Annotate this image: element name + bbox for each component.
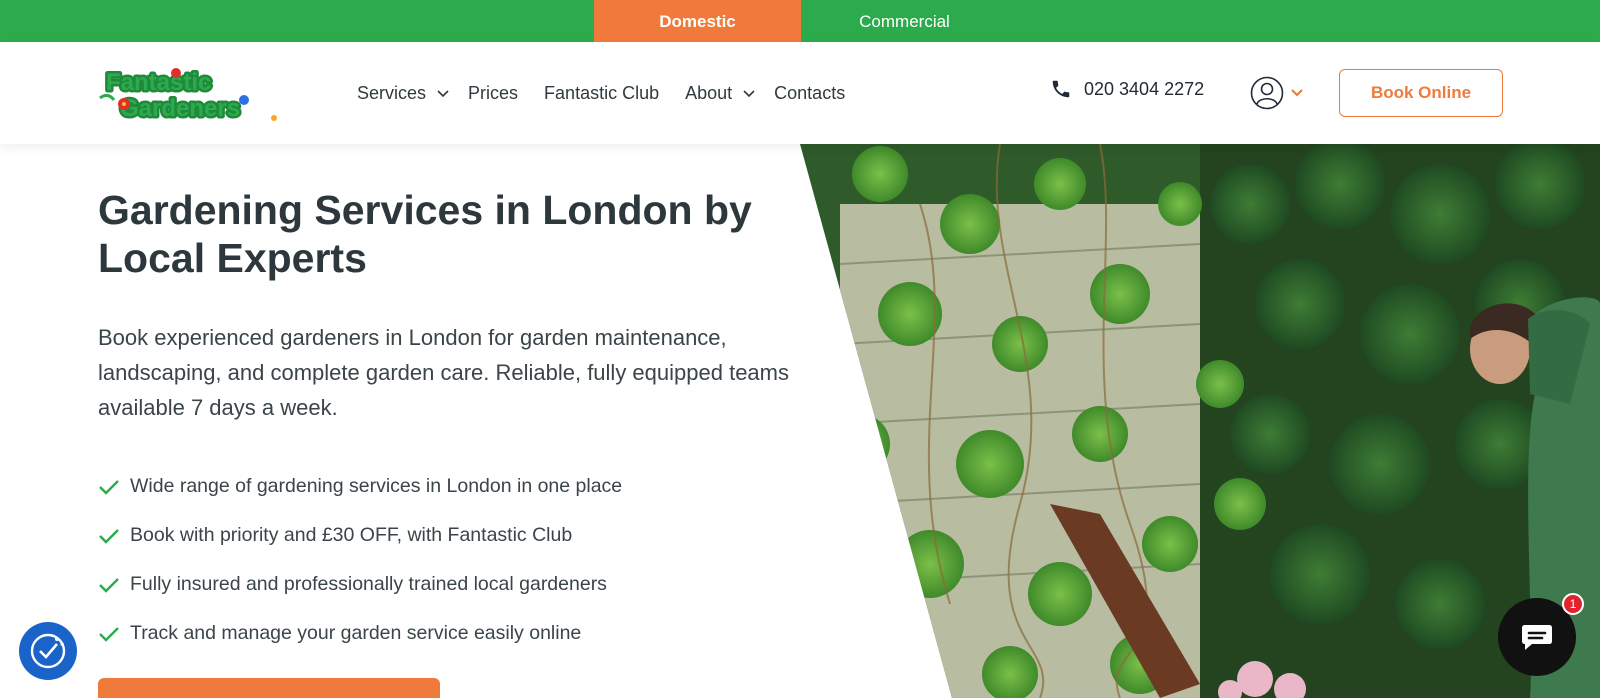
chat-notification-badge: 1 (1562, 593, 1584, 615)
feature-item: Track and manage your garden service eas… (98, 609, 622, 658)
phone-number: 020 3404 2272 (1084, 78, 1205, 99)
garden-photo (800, 144, 1600, 698)
nav-prices-label: Prices (468, 82, 519, 103)
accessibility-button[interactable] (19, 622, 77, 680)
site-header: Fantastic Fantastic Gardeners Gardeners … (0, 42, 1600, 144)
main-nav: Services Prices Fantastic Club About Con… (357, 42, 871, 144)
svg-text:Gardeners: Gardeners (120, 95, 240, 122)
nav-fantastic-club-label: Fantastic Club (544, 82, 660, 103)
account-menu[interactable] (1250, 76, 1304, 110)
nav-contacts[interactable]: Contacts (774, 83, 845, 104)
chevron-down-icon (743, 90, 755, 98)
feature-list: Wide range of gardening services in Lond… (98, 462, 622, 658)
feature-item: Fully insured and professionally trained… (98, 560, 622, 609)
check-icon (99, 577, 119, 593)
nav-services[interactable]: Services (357, 83, 450, 104)
check-icon (99, 479, 119, 495)
nav-about[interactable]: About (685, 83, 756, 104)
svg-text:Fantastic: Fantastic (106, 69, 211, 96)
accessibility-icon (30, 633, 66, 669)
hero-cta-button[interactable] (98, 678, 440, 698)
chat-bubble-icon (1522, 625, 1552, 650)
nav-fantastic-club[interactable]: Fantastic Club (544, 83, 659, 104)
nav-prices[interactable]: Prices (468, 83, 518, 104)
nav-about-label: About (685, 82, 733, 103)
feature-item: Wide range of gardening services in Lond… (98, 462, 622, 511)
hero-title: Gardening Services in London by Local Ex… (98, 187, 752, 281)
nav-contacts-label: Contacts (774, 82, 846, 103)
user-circle-icon (1250, 76, 1284, 110)
feature-text: Book with priority and £30 OFF, with Fan… (130, 524, 573, 546)
chevron-down-icon (437, 90, 449, 98)
phone-link[interactable]: 020 3404 2272 (1050, 78, 1204, 100)
feature-item: Book with priority and £30 OFF, with Fan… (98, 511, 622, 560)
feature-text: Track and manage your garden service eas… (130, 622, 582, 644)
book-online-button[interactable]: Book Online (1339, 69, 1503, 117)
site-logo[interactable]: Fantastic Fantastic Gardeners Gardeners (98, 66, 280, 125)
phone-icon (1052, 80, 1070, 98)
check-icon (99, 626, 119, 642)
chevron-down-icon (1291, 89, 1303, 97)
feature-text: Wide range of gardening services in Lond… (130, 475, 623, 497)
check-icon (99, 528, 119, 544)
tab-commercial[interactable]: Commercial (801, 0, 1008, 44)
hero-description: Book experienced gardeners in London for… (98, 325, 789, 420)
nav-services-label: Services (357, 82, 427, 103)
feature-text: Fully insured and professionally trained… (130, 573, 607, 595)
tab-domestic[interactable]: Domestic (594, 0, 801, 44)
